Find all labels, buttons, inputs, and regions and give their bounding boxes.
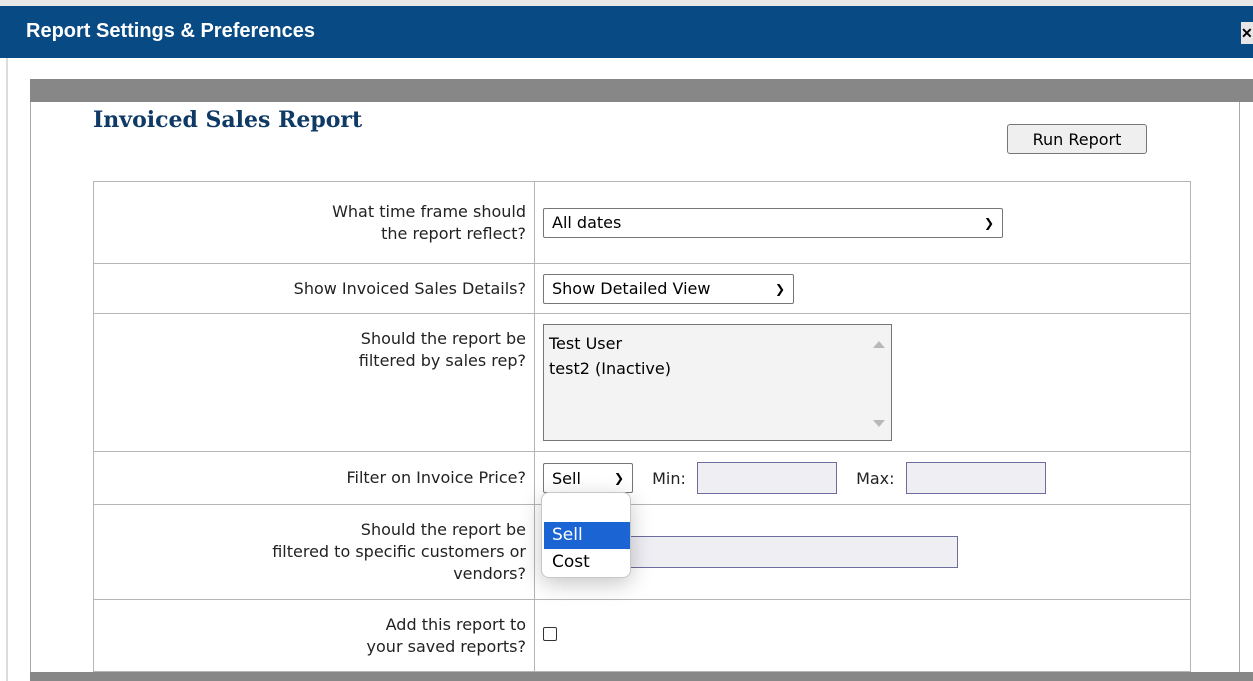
customers-cell	[534, 504, 1191, 600]
close-icon[interactable]: ✕	[1241, 22, 1253, 44]
table-row: Should the report be filtered to specifi…	[93, 504, 1191, 600]
panel-footer-bar	[30, 672, 1253, 681]
customers-label-line3: vendors?	[453, 564, 526, 583]
details-label: Show Invoiced Sales Details?	[93, 263, 535, 314]
save-report-checkbox[interactable]	[543, 627, 557, 641]
dialog-title: Report Settings & Preferences	[26, 20, 315, 42]
saved-report-label-line2: your saved reports?	[366, 636, 526, 656]
price-type-value: Sell	[552, 468, 581, 488]
dialog-titlebar: Report Settings & Preferences ✕	[0, 0, 1253, 58]
customers-label-line2: filtered to specific customers or	[272, 542, 526, 561]
report-options-table: What time frame should the report reflec…	[93, 181, 1191, 672]
chevron-down-icon: ❯	[983, 215, 994, 230]
details-value: Show Detailed View	[552, 279, 711, 298]
customers-label: Should the report be filtered to specifi…	[93, 504, 535, 600]
sales-rep-listbox[interactable]: Test User test2 (Inactive)	[543, 324, 892, 441]
table-row: Should the report be filtered by sales r…	[93, 313, 1191, 452]
min-price-input[interactable]	[696, 462, 837, 494]
chevron-down-icon: ❯	[774, 281, 785, 296]
time-frame-select[interactable]: All dates ❯	[543, 207, 1003, 238]
table-row: Show Invoiced Sales Details? Show Detail…	[93, 263, 1191, 314]
sales-rep-label: Should the report be filtered by sales r…	[93, 313, 535, 452]
details-cell: Show Detailed View ❯	[534, 263, 1191, 314]
list-item[interactable]: test2 (Inactive)	[549, 356, 891, 381]
table-row: Add this report to your saved reports?	[93, 599, 1191, 672]
max-label: Max:	[856, 468, 895, 488]
saved-report-label: Add this report to your saved reports?	[93, 599, 535, 672]
invoice-price-label: Filter on Invoice Price?	[93, 451, 535, 505]
min-label: Min:	[652, 468, 686, 488]
table-row: Filter on Invoice Price? Sell ❯ Min: Max…	[93, 451, 1191, 505]
run-report-button[interactable]: Run Report	[1007, 124, 1147, 154]
dropdown-option-cost[interactable]: Cost	[544, 549, 630, 576]
time-frame-label: What time frame should the report reflec…	[93, 181, 535, 264]
chevron-down-icon: ❯	[613, 471, 624, 485]
scroll-down-arrow-icon[interactable]	[873, 420, 885, 427]
sales-rep-cell: Test User test2 (Inactive)	[534, 313, 1191, 452]
dialog-left-edge	[6, 58, 8, 681]
dropdown-option-sell[interactable]: Sell	[544, 522, 630, 549]
details-select[interactable]: Show Detailed View ❯	[543, 273, 794, 304]
customers-label-line1: Should the report be	[360, 520, 526, 539]
table-row: What time frame should the report reflec…	[93, 181, 1191, 264]
sales-rep-label-line1: Should the report be	[360, 329, 526, 348]
invoice-price-cell: Sell ❯ Min: Max:	[534, 451, 1191, 505]
max-price-input[interactable]	[905, 462, 1046, 494]
panel-header-bar	[30, 79, 1253, 102]
time-frame-value: All dates	[552, 213, 622, 232]
report-title: Invoiced Sales Report	[93, 107, 363, 133]
sales-rep-label-line2: filtered by sales rep?	[358, 351, 526, 370]
saved-report-cell	[534, 599, 1191, 672]
time-frame-label-line1: What time frame should	[332, 201, 526, 221]
list-item[interactable]: Test User	[549, 331, 891, 356]
time-frame-label-line2: the report reflect?	[381, 223, 526, 243]
price-type-select[interactable]: Sell ❯	[543, 463, 633, 493]
saved-report-label-line1: Add this report to	[385, 614, 526, 634]
time-frame-cell: All dates ❯	[534, 181, 1191, 264]
price-type-dropdown-menu: Sell Cost	[541, 492, 631, 578]
scroll-up-arrow-icon[interactable]	[873, 341, 885, 348]
